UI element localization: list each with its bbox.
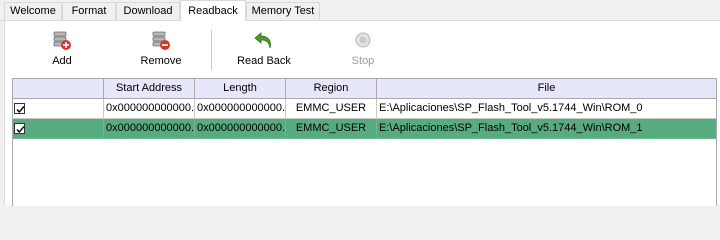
readback-table: Start Address Length Region File 0x00000…	[12, 78, 717, 206]
toolbar: Add Remove Read Back Stop	[5, 21, 720, 71]
tab-download[interactable]: Download	[116, 2, 180, 20]
row-checkbox[interactable]	[14, 123, 25, 134]
remove-button[interactable]: Remove	[126, 31, 196, 69]
region-cell: EMMC_USER	[286, 99, 377, 119]
column-header-start-address[interactable]: Start Address	[104, 79, 195, 98]
checkmark-icon	[16, 106, 25, 114]
tab-bar: Welcome Format Download Readback Memory …	[0, 0, 720, 21]
file-cell: E:\Aplicaciones\SP_Flash_Tool_v5.1744_Wi…	[377, 99, 716, 119]
table-header: Start Address Length Region File	[13, 79, 716, 99]
add-db-icon	[53, 31, 71, 50]
stop-label: Stop	[351, 55, 375, 67]
stop-icon	[355, 32, 371, 48]
start-address-cell: 0x000000000000...	[104, 99, 195, 119]
stop-button[interactable]: Stop	[328, 31, 398, 69]
tab-label: Memory Test	[251, 5, 315, 17]
remove-db-icon	[152, 31, 170, 50]
column-header-length[interactable]: Length	[195, 79, 286, 98]
length-cell: 0x000000000000...	[195, 99, 286, 119]
tab-readback[interactable]: Readback	[180, 0, 246, 21]
tab-format[interactable]: Format	[62, 2, 116, 20]
checkmark-icon	[16, 126, 25, 134]
column-header-check[interactable]	[13, 79, 104, 98]
tab-label: Download	[123, 5, 173, 17]
green-back-arrow-icon	[254, 32, 271, 49]
tab-memory-test[interactable]: Memory Test	[246, 2, 320, 20]
remove-label: Remove	[140, 55, 182, 67]
tab-label: Format	[71, 5, 107, 17]
check-cell	[13, 119, 104, 139]
add-button[interactable]: Add	[27, 31, 97, 69]
start-address-cell: 0x000000000000...	[104, 119, 195, 139]
length-cell: 0x000000000000...	[195, 119, 286, 139]
tab-welcome[interactable]: Welcome	[4, 2, 62, 20]
file-cell: E:\Aplicaciones\SP_Flash_Tool_v5.1744_Wi…	[377, 119, 716, 139]
column-header-region[interactable]: Region	[286, 79, 377, 98]
tab-label: Welcome	[10, 5, 56, 17]
tab-label: Readback	[188, 5, 238, 17]
region-cell: EMMC_USER	[286, 119, 377, 139]
column-header-file[interactable]: File	[377, 79, 716, 98]
read-back-button[interactable]: Read Back	[229, 31, 299, 69]
table-row-selected[interactable]: 0x000000000000... 0x000000000000... EMMC…	[13, 119, 716, 139]
add-label: Add	[52, 55, 72, 67]
toolbar-separator	[211, 30, 213, 70]
readback-panel: Add Remove Read Back Stop Start Address …	[4, 20, 720, 206]
row-checkbox[interactable]	[14, 103, 25, 114]
table-row[interactable]: 0x000000000000... 0x000000000000... EMMC…	[13, 99, 716, 119]
read-back-label: Read Back	[237, 55, 291, 67]
check-cell	[13, 99, 104, 119]
